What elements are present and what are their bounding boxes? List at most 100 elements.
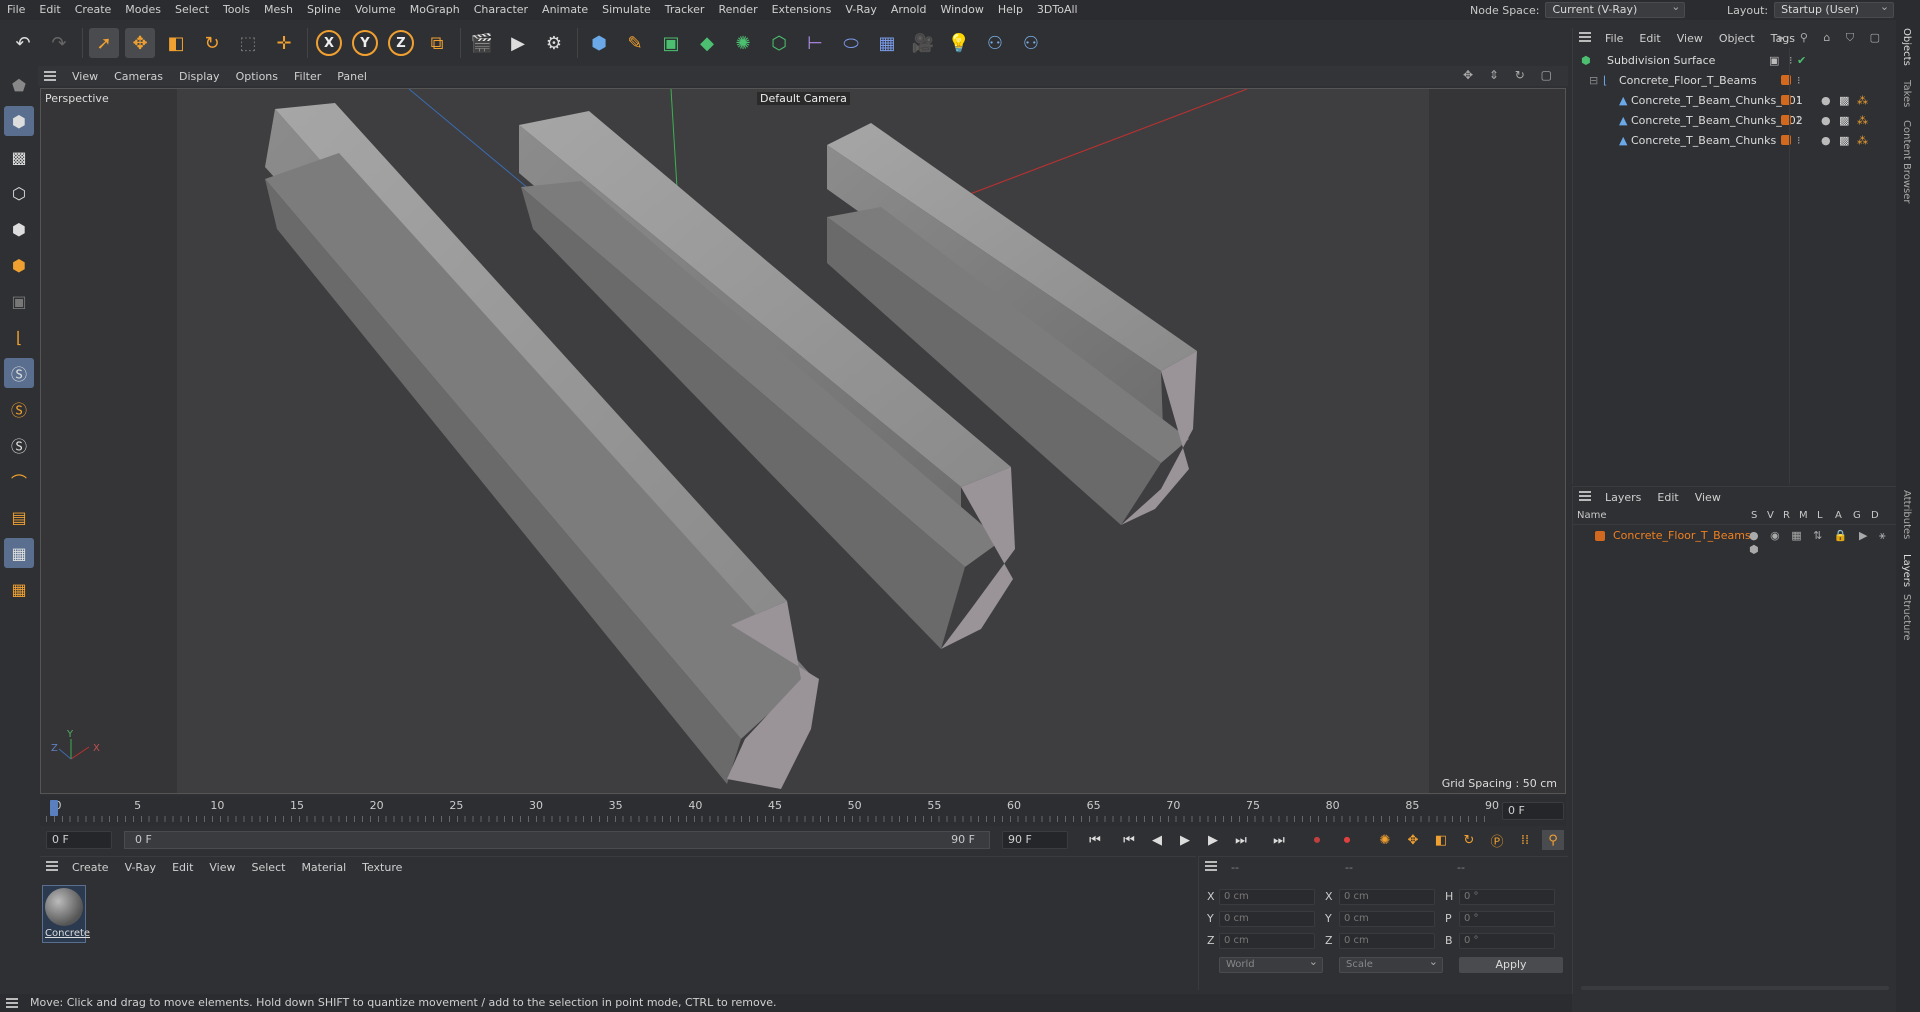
mograph-icon[interactable]: ⬡	[764, 28, 794, 58]
pos-y-field[interactable]: 0 cm	[1219, 911, 1315, 927]
rot-p-field[interactable]: 0 °	[1459, 911, 1555, 927]
viewport-menu-options[interactable]: Options	[228, 70, 286, 83]
material-menu-view[interactable]: View	[201, 861, 243, 874]
material-menu-vray[interactable]: V-Ray	[117, 861, 165, 874]
scale-tool-icon[interactable]: ◧	[161, 28, 191, 58]
x-axis-lock-icon[interactable]: X	[314, 28, 344, 58]
current-frame-field[interactable]: 0 F	[1502, 802, 1564, 820]
timeline-ruler[interactable]: 0 5 10 15 20 25 30 35 40 45 50 55 60 65 70 75 80 85 90 0 F	[40, 796, 1566, 826]
pos-z-field[interactable]: 0 cm	[1219, 933, 1315, 949]
cube-icon[interactable]: ⬢	[584, 28, 614, 58]
timeline-playhead[interactable]	[50, 800, 58, 816]
play-icon[interactable]: ▶	[1174, 830, 1196, 850]
uv-tag-icon[interactable]: ▩	[1839, 134, 1849, 147]
menu-help[interactable]: Help	[991, 0, 1030, 20]
object-hamburger-icon[interactable]	[1579, 32, 1591, 42]
snap-mode-icon[interactable]: Ⓢ	[4, 430, 34, 460]
object-row-chunks[interactable]: ▲ Concrete_T_Beam_Chunks ⁝ ● ▩ ⁂	[1573, 130, 1897, 150]
key-position-icon[interactable]: ✥	[1402, 830, 1424, 850]
menu-vray[interactable]: V-Ray	[838, 0, 884, 20]
3d-viewport[interactable]: X Y Z Perspective Default Camera Grid Sp…	[40, 88, 1566, 794]
size-y-field[interactable]: 0 cm	[1339, 911, 1435, 927]
menu-edit[interactable]: Edit	[32, 0, 67, 20]
make-editable-icon[interactable]: ⬟	[4, 70, 34, 100]
material-tag-icon[interactable]: ●	[1821, 134, 1831, 147]
coord-space-select[interactable]: World	[1219, 955, 1323, 973]
texture-tag-icon[interactable]: ⁂	[1857, 94, 1868, 107]
key-param-icon[interactable]: Ⓟ	[1486, 830, 1508, 850]
menu-create[interactable]: Create	[68, 0, 119, 20]
inactive-tool-icon[interactable]: ⬚	[233, 28, 263, 58]
end-frame-field[interactable]: 90 F	[1002, 831, 1068, 849]
model-mode-icon[interactable]: ⬢	[4, 106, 34, 136]
layer-toggle-icons[interactable]: ● ◉ ▦ ⇅ 🔒 ▶ ⚹ ⬢	[1749, 529, 1897, 556]
uv-tag-icon[interactable]: ▩	[1839, 114, 1849, 127]
python-script-icon[interactable]: ⚇	[1016, 28, 1046, 58]
frame-range-slider[interactable]: 0 F 90 F	[124, 831, 990, 849]
key-rotation-icon[interactable]: ↻	[1458, 830, 1480, 850]
rotate-tool-icon[interactable]: ↻	[197, 28, 227, 58]
select-arrow-icon[interactable]: ➚	[89, 28, 119, 58]
menu-extensions[interactable]: Extensions	[765, 0, 839, 20]
deformer-icon[interactable]: ⊢	[800, 28, 830, 58]
layout-select[interactable]: Startup (User)	[1774, 0, 1895, 18]
material-hamburger-icon[interactable]	[46, 861, 58, 871]
object-visibility-icon[interactable]: ⁝	[1797, 114, 1801, 127]
object-visibility-icon[interactable]: ⁝	[1797, 134, 1801, 147]
object-menu-edit[interactable]: Edit	[1631, 32, 1668, 45]
magnet-icon[interactable]: ⌒	[4, 466, 34, 496]
tab-takes[interactable]: Takes	[1901, 80, 1912, 107]
menu-spline[interactable]: Spline	[300, 0, 348, 20]
next-key-icon[interactable]: ⏭	[1230, 830, 1252, 850]
viewport-menu-filter[interactable]: Filter	[286, 70, 329, 83]
z-axis-lock-icon[interactable]: Z	[386, 28, 416, 58]
object-row-floor-beams[interactable]: ⊟ ⌊ Concrete_Floor_T_Beams ⁝	[1573, 70, 1897, 90]
texture-tag-icon[interactable]: ⁂	[1857, 114, 1868, 127]
undo-icon[interactable]: ↶	[8, 28, 38, 58]
cloner-icon[interactable]: ✺	[728, 28, 758, 58]
object-enabled-check-icon[interactable]: ✔	[1797, 54, 1806, 67]
object-row-subdivision[interactable]: ⬢ Subdivision Surface ⁝ ▣ ✔	[1573, 50, 1897, 70]
render-view-icon[interactable]: ▶	[503, 28, 533, 58]
redo-icon[interactable]: ↷	[44, 28, 74, 58]
layer-color-swatch[interactable]	[1595, 531, 1605, 541]
menu-mograph[interactable]: MoGraph	[403, 0, 467, 20]
tab-attributes[interactable]: Attributes	[1901, 490, 1912, 539]
next-frame-icon[interactable]: ▶	[1202, 830, 1224, 850]
object-visibility-icon[interactable]: ⁝	[1797, 74, 1801, 87]
locked-workplane-icon[interactable]: ▦	[4, 538, 34, 568]
rot-h-field[interactable]: 0 °	[1459, 889, 1555, 905]
tab-content-browser[interactable]: Content Browser	[1901, 120, 1912, 203]
goto-end-icon[interactable]: ⏭	[1268, 830, 1290, 850]
tab-structure[interactable]: Structure	[1901, 594, 1912, 641]
keyframe-selection-icon[interactable]: ✺	[1374, 830, 1396, 850]
uv-tag-icon[interactable]: ▩	[1839, 94, 1849, 107]
object-toolbar-icons[interactable]: ▸ ⚲ ⌂ ⛉ ▢	[1779, 31, 1886, 45]
node-space-select[interactable]: Current (V-Ray)	[1545, 0, 1686, 18]
prev-key-icon[interactable]: ⏮	[1118, 830, 1140, 850]
object-edit-icon[interactable]: ▣	[1769, 54, 1779, 67]
object-menu-file[interactable]: File	[1597, 32, 1631, 45]
subdivision-icon[interactable]: ▣	[656, 28, 686, 58]
tab-objects[interactable]: Objects	[1901, 28, 1912, 66]
coord-scale-select[interactable]: Scale	[1339, 955, 1443, 973]
workplane-settings-icon[interactable]: ▦	[4, 574, 34, 604]
viewport-menu-cameras[interactable]: Cameras	[106, 70, 171, 83]
material-menu-texture[interactable]: Texture	[354, 861, 410, 874]
object-menu-object[interactable]: Object	[1711, 32, 1763, 45]
viewport-camera-name[interactable]: Default Camera	[757, 92, 850, 105]
timeline-view-icon[interactable]: ⚲	[1542, 830, 1564, 850]
coord-hamburger-icon[interactable]	[1205, 861, 1217, 871]
object-row-chunks-001[interactable]: ▲ Concrete_T_Beam_Chunks_001 ⁝ ● ▩ ⁂	[1573, 90, 1897, 110]
start-frame-field[interactable]: 0 F	[46, 831, 112, 849]
move-tool-icon[interactable]: ✥	[125, 28, 155, 58]
record-icon[interactable]: ⏺	[1306, 830, 1328, 850]
coordinate-system-icon[interactable]: ⧉	[422, 28, 452, 58]
key-scale-icon[interactable]: ◧	[1430, 830, 1452, 850]
pen-icon[interactable]: ✎	[620, 28, 650, 58]
y-axis-lock-icon[interactable]: Y	[350, 28, 380, 58]
prev-frame-icon[interactable]: ◀	[1146, 830, 1168, 850]
snap-settings-icon[interactable]: Ⓢ	[4, 394, 34, 424]
transform-tool-icon[interactable]: ✛	[269, 28, 299, 58]
menu-arnold[interactable]: Arnold	[884, 0, 934, 20]
